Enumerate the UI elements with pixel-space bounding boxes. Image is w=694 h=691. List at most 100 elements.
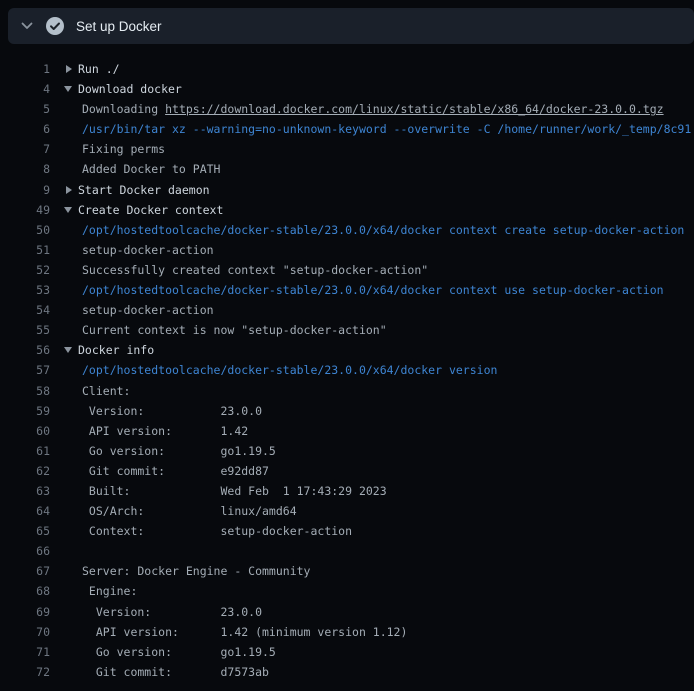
log-text: setup-docker-action: [78, 300, 214, 320]
line-number[interactable]: 62: [0, 461, 50, 481]
line-number[interactable]: 61: [0, 441, 50, 461]
log-row: 71 Go version: go1.19.5: [0, 642, 694, 662]
log-link[interactable]: https://download.docker.com/linux/static…: [165, 102, 664, 116]
line-number[interactable]: 66: [0, 541, 50, 561]
triangle-right-icon[interactable]: [66, 186, 72, 194]
log-text: Go version: go1.19.5: [78, 642, 276, 662]
log-text: Engine:: [78, 581, 137, 601]
log-segment-plain: Version: 23.0.0: [82, 605, 262, 619]
log-group-row[interactable]: 1 Run ./: [0, 59, 694, 79]
line-number[interactable]: 55: [0, 320, 50, 340]
log-row: 59 Version: 23.0.0: [0, 401, 694, 421]
triangle-down-icon[interactable]: [64, 347, 72, 353]
line-number[interactable]: 67: [0, 561, 50, 581]
log-text: Built: Wed Feb 1 17:43:29 2023: [78, 481, 387, 501]
log-segment-plain: setup-docker-action: [82, 243, 214, 257]
log-segment-plain: Added Docker to PATH: [82, 162, 220, 176]
group-toggle[interactable]: [50, 347, 78, 353]
line-number[interactable]: 68: [0, 581, 50, 601]
log-segment-plain: OS/Arch: linux/amd64: [82, 504, 297, 518]
line-number[interactable]: 1: [0, 59, 50, 79]
line-number[interactable]: 51: [0, 240, 50, 260]
log-segment-command: /opt/hostedtoolcache/docker-stable/23.0.…: [82, 363, 497, 377]
log-group-row[interactable]: 49Create Docker context: [0, 200, 694, 220]
log-segment-plain: API version: 1.42 (minimum version 1.12): [82, 625, 407, 639]
log-text: Docker info: [78, 340, 154, 360]
step-header[interactable]: Set up Docker: [8, 8, 694, 44]
group-toggle[interactable]: [50, 186, 78, 194]
log-lines: 1 Run ./ 4 Download docker 5 Downloading http…: [0, 44, 694, 682]
triangle-right-icon[interactable]: [66, 65, 72, 73]
log-text: Current context is now "setup-docker-act…: [78, 320, 387, 340]
line-number[interactable]: 72: [0, 662, 50, 682]
log-text: Start Docker daemon: [78, 180, 210, 200]
line-number[interactable]: 70: [0, 622, 50, 642]
line-number[interactable]: 63: [0, 481, 50, 501]
log-row: 54 setup-docker-action: [0, 300, 694, 320]
log-text: API version: 1.42: [78, 421, 248, 441]
log-row: 63 Built: Wed Feb 1 17:43:29 2023: [0, 481, 694, 501]
line-number[interactable]: 64: [0, 501, 50, 521]
chevron-down-icon[interactable]: [20, 19, 34, 33]
log-row: 69 Version: 23.0.0: [0, 602, 694, 622]
line-number[interactable]: 57: [0, 360, 50, 380]
line-number[interactable]: 58: [0, 381, 50, 401]
log-text: /opt/hostedtoolcache/docker-stable/23.0.…: [78, 220, 684, 240]
log-segment-command: /usr/bin/tar xz --warning=no-unknown-key…: [82, 122, 691, 136]
line-number[interactable]: 71: [0, 642, 50, 662]
line-number[interactable]: 8: [0, 159, 50, 179]
line-number[interactable]: 52: [0, 260, 50, 280]
triangle-down-icon[interactable]: [64, 207, 72, 213]
log-text: Successfully created context "setup-dock…: [78, 260, 428, 280]
log-row: 50/opt/hostedtoolcache/docker-stable/23.…: [0, 220, 694, 240]
log-segment-plain: Successfully created context "setup-dock…: [82, 263, 428, 277]
log-segment-plain: Current context is now "setup-docker-act…: [82, 323, 387, 337]
log-text: Run ./: [78, 59, 120, 79]
group-toggle[interactable]: [50, 65, 78, 73]
log-text: Context: setup-docker-action: [78, 521, 352, 541]
log-row: 51 setup-docker-action: [0, 240, 694, 260]
group-toggle[interactable]: [50, 86, 78, 92]
check-circle-icon: [46, 17, 64, 35]
line-number[interactable]: 49: [0, 200, 50, 220]
log-text: Download docker: [78, 79, 182, 99]
log-group-row[interactable]: 4 Download docker: [0, 79, 694, 99]
log-segment-plain: Built: Wed Feb 1 17:43:29 2023: [82, 484, 387, 498]
line-number[interactable]: 7: [0, 139, 50, 159]
line-number[interactable]: 54: [0, 300, 50, 320]
log-group-row[interactable]: 56 Docker info: [0, 340, 694, 360]
log-text: Server: Docker Engine - Community: [78, 561, 310, 581]
log-segment-plain: Git commit: e92dd87: [82, 464, 269, 478]
step-title: Set up Docker: [76, 19, 162, 34]
log-row: 57/opt/hostedtoolcache/docker-stable/23.…: [0, 360, 694, 380]
line-number[interactable]: 6: [0, 119, 50, 139]
log-segment-plain: Server: Docker Engine - Community: [82, 564, 310, 578]
line-number[interactable]: 4: [0, 79, 50, 99]
log-text: /usr/bin/tar xz --warning=no-unknown-key…: [78, 119, 691, 139]
line-number[interactable]: 65: [0, 521, 50, 541]
group-toggle[interactable]: [50, 207, 78, 213]
line-number[interactable]: 50: [0, 220, 50, 240]
log-row: 72 Git commit: d7573ab: [0, 662, 694, 682]
line-number[interactable]: 59: [0, 401, 50, 421]
line-number[interactable]: 69: [0, 602, 50, 622]
log-group-row[interactable]: 9 Start Docker daemon: [0, 180, 694, 200]
line-number[interactable]: 5: [0, 99, 50, 119]
log-segment-plain: API version: 1.42: [82, 424, 248, 438]
line-number[interactable]: 53: [0, 280, 50, 300]
log-segment-plain: Fixing perms: [82, 142, 165, 156]
line-number[interactable]: 60: [0, 421, 50, 441]
line-number[interactable]: 56: [0, 340, 50, 360]
triangle-down-icon[interactable]: [64, 86, 72, 92]
log-row: 67 Server: Docker Engine - Community: [0, 561, 694, 581]
log-text: Git commit: e92dd87: [78, 461, 269, 481]
log-segment-group: Start Docker daemon: [78, 183, 210, 197]
log-segment-plain: Go version: go1.19.5: [82, 444, 276, 458]
line-number[interactable]: 9: [0, 180, 50, 200]
log-row: 70 API version: 1.42 (minimum version 1.…: [0, 622, 694, 642]
log-segment-plain: Git commit: d7573ab: [82, 665, 269, 679]
log-row: 52 Successfully created context "setup-do…: [0, 260, 694, 280]
log-text: /opt/hostedtoolcache/docker-stable/23.0.…: [78, 360, 497, 380]
log-text: Downloading https://download.docker.com/…: [78, 99, 664, 119]
log-row: 6/usr/bin/tar xz --warning=no-unknown-ke…: [0, 119, 694, 139]
